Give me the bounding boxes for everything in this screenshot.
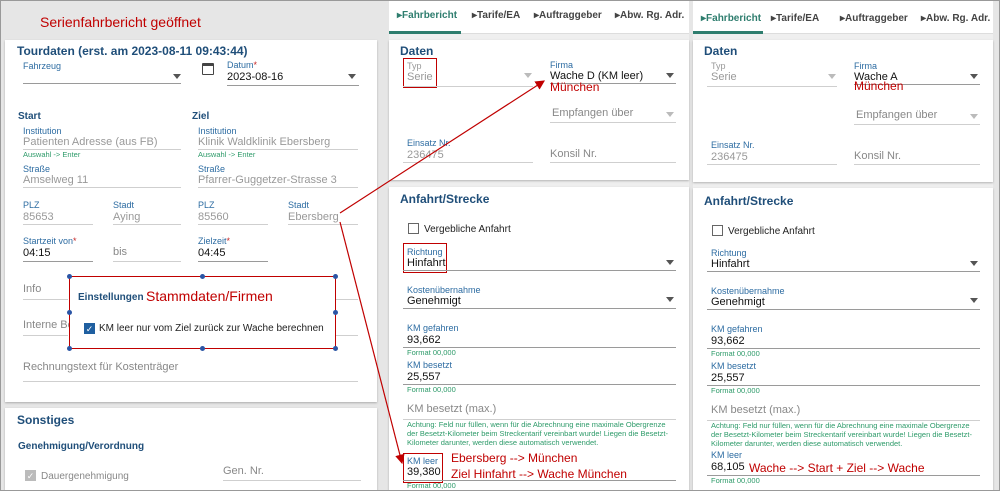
arrow-to-firma (339, 80, 546, 214)
arrow-to-km-leer (339, 221, 405, 465)
annotation-arrows (339, 80, 546, 465)
